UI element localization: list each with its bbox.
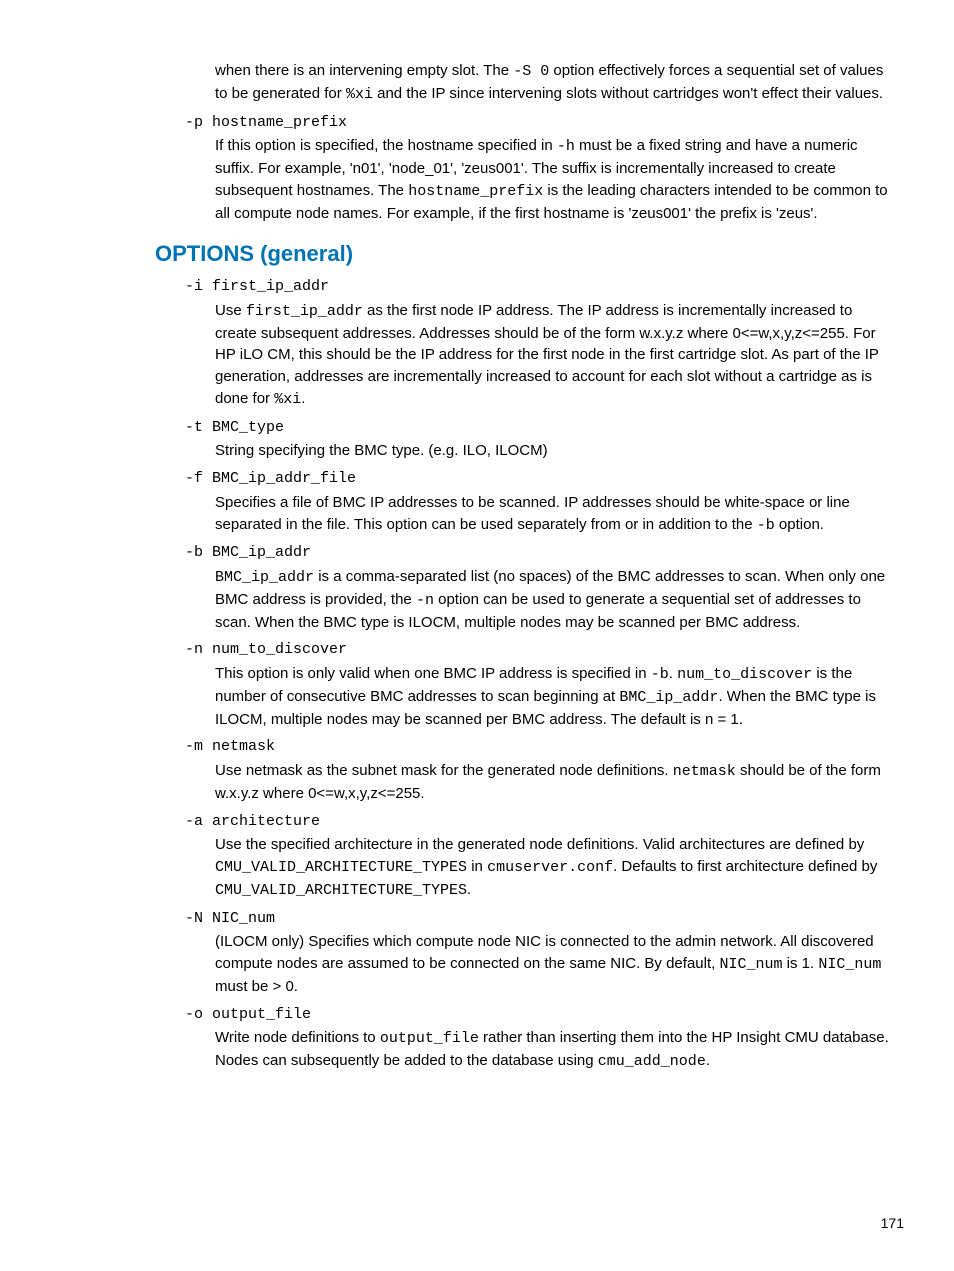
option-m-term: -m netmask: [185, 736, 894, 758]
code-inline: output_file: [380, 1030, 479, 1047]
code-inline: CMU_VALID_ARCHITECTURE_TYPES: [215, 882, 467, 899]
option-p-desc: If this option is specified, the hostnam…: [185, 135, 894, 224]
text: .: [706, 1052, 710, 1069]
option-a-desc: Use the specified architecture in the ge…: [185, 834, 894, 901]
code-inline: NIC_num: [818, 956, 881, 973]
option-i-desc: Use first_ip_addr as the first node IP a…: [185, 300, 894, 411]
text: This option is only valid when one BMC I…: [215, 665, 651, 682]
text: Use netmask as the subnet mask for the g…: [215, 762, 673, 779]
text: If this option is specified, the hostnam…: [215, 137, 557, 154]
code-inline: BMC_ip_addr: [215, 569, 314, 586]
code-inline: cmuserver.conf: [487, 859, 613, 876]
option-f-term: -f BMC_ip_addr_file: [185, 468, 894, 490]
code-inline: %xi: [274, 391, 301, 408]
section-heading: OPTIONS (general): [155, 238, 894, 270]
option-n-desc: This option is only valid when one BMC I…: [185, 663, 894, 730]
option-o-desc: Write node definitions to output_file ra…: [185, 1027, 894, 1073]
option-i-term: -i first_ip_addr: [185, 276, 894, 298]
code-inline: hostname_prefix: [408, 183, 543, 200]
code-inline: netmask: [673, 763, 736, 780]
content-area: when there is an intervening empty slot.…: [155, 60, 894, 1073]
code-inline: NIC_num: [719, 956, 782, 973]
text: when there is an intervening empty slot.…: [215, 62, 513, 79]
code-inline: num_to_discover: [677, 666, 812, 683]
option-b-desc: BMC_ip_addr is a comma-separated list (n…: [185, 566, 894, 633]
text: .: [669, 665, 677, 682]
page-number: 171: [881, 1213, 904, 1233]
option-a-term: -a architecture: [185, 811, 894, 833]
option-b-term: -b BMC_ip_addr: [185, 542, 894, 564]
option-cap-n-desc: (ILOCM only) Specifies which compute nod…: [185, 931, 894, 997]
text: .: [301, 390, 305, 407]
text: Use: [215, 302, 246, 319]
option-t-desc: String specifying the BMC type. (e.g. IL…: [185, 440, 894, 462]
text: Use the specified architecture in the ge…: [215, 836, 864, 853]
text: must be > 0.: [215, 978, 298, 995]
option-m-desc: Use netmask as the subnet mask for the g…: [185, 760, 894, 805]
text: . Defaults to first architecture defined…: [613, 858, 877, 875]
option-n-term: -n num_to_discover: [185, 639, 894, 661]
text: Write node definitions to: [215, 1029, 380, 1046]
text: Specifies a file of BMC IP addresses to …: [215, 494, 850, 533]
code-inline: %xi: [346, 86, 373, 103]
code-inline: -h: [557, 138, 575, 155]
option-o-term: -o output_file: [185, 1004, 894, 1026]
option-p-term: -p hostname_prefix: [185, 112, 894, 134]
option-f-desc: Specifies a file of BMC IP addresses to …: [185, 492, 894, 537]
option-t-term: -t BMC_type: [185, 417, 894, 439]
text: .: [467, 881, 471, 898]
text: and the IP since intervening slots witho…: [373, 85, 883, 102]
code-inline: first_ip_addr: [246, 303, 363, 320]
code-inline: -b: [651, 666, 669, 683]
text: option.: [775, 516, 824, 533]
intro-paragraph: when there is an intervening empty slot.…: [185, 60, 894, 106]
option-cap-n-term: -N NIC_num: [185, 908, 894, 930]
text: is 1.: [782, 955, 818, 972]
code-inline: cmu_add_node: [598, 1053, 706, 1070]
text: in: [467, 858, 487, 875]
code-inline: -n: [416, 592, 434, 609]
code-inline: BMC_ip_addr: [619, 689, 718, 706]
code-inline: -b: [757, 517, 775, 534]
code-inline: CMU_VALID_ARCHITECTURE_TYPES: [215, 859, 467, 876]
code-inline: -S 0: [513, 63, 549, 80]
